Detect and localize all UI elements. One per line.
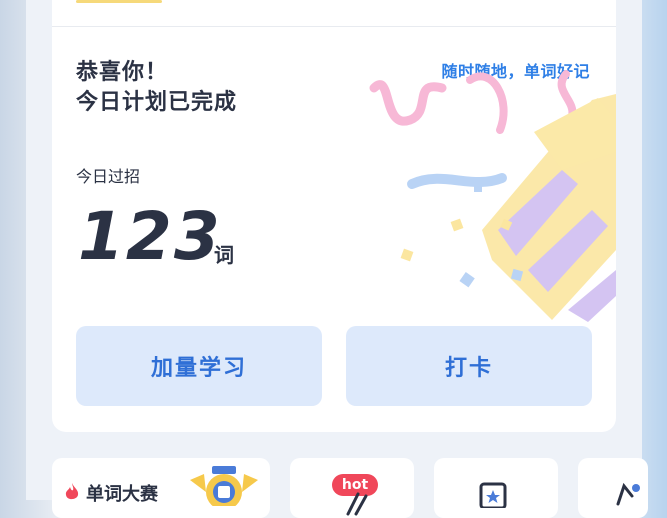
medal-icon <box>190 466 258 506</box>
word-count: 123 <box>78 198 222 275</box>
congrats-message: 恭喜你！ 今日计划已完成 <box>76 58 237 118</box>
top-accent-bar <box>76 0 162 3</box>
add-study-button[interactable]: 加量学习 <box>76 326 322 406</box>
congrats-line-1: 恭喜你！ <box>76 60 169 85</box>
more-icon <box>616 482 640 506</box>
divider <box>52 26 616 27</box>
flame-icon <box>65 483 79 500</box>
today-label: 今日过招 <box>76 167 141 186</box>
checkin-button[interactable]: 打卡 <box>346 326 592 406</box>
word-contest-label: 单词大赛 <box>86 484 158 505</box>
confetti-popper-icon <box>369 70 616 322</box>
feature-icon <box>346 492 368 516</box>
word-unit: 词 <box>214 243 234 267</box>
completion-card: 恭喜你！ 今日计划已完成 随时随地，单词好记 今日过招 123 词 加量学习 打… <box>52 0 616 432</box>
star-card-icon <box>479 482 507 508</box>
congrats-line-2: 今日计划已完成 <box>76 90 238 115</box>
